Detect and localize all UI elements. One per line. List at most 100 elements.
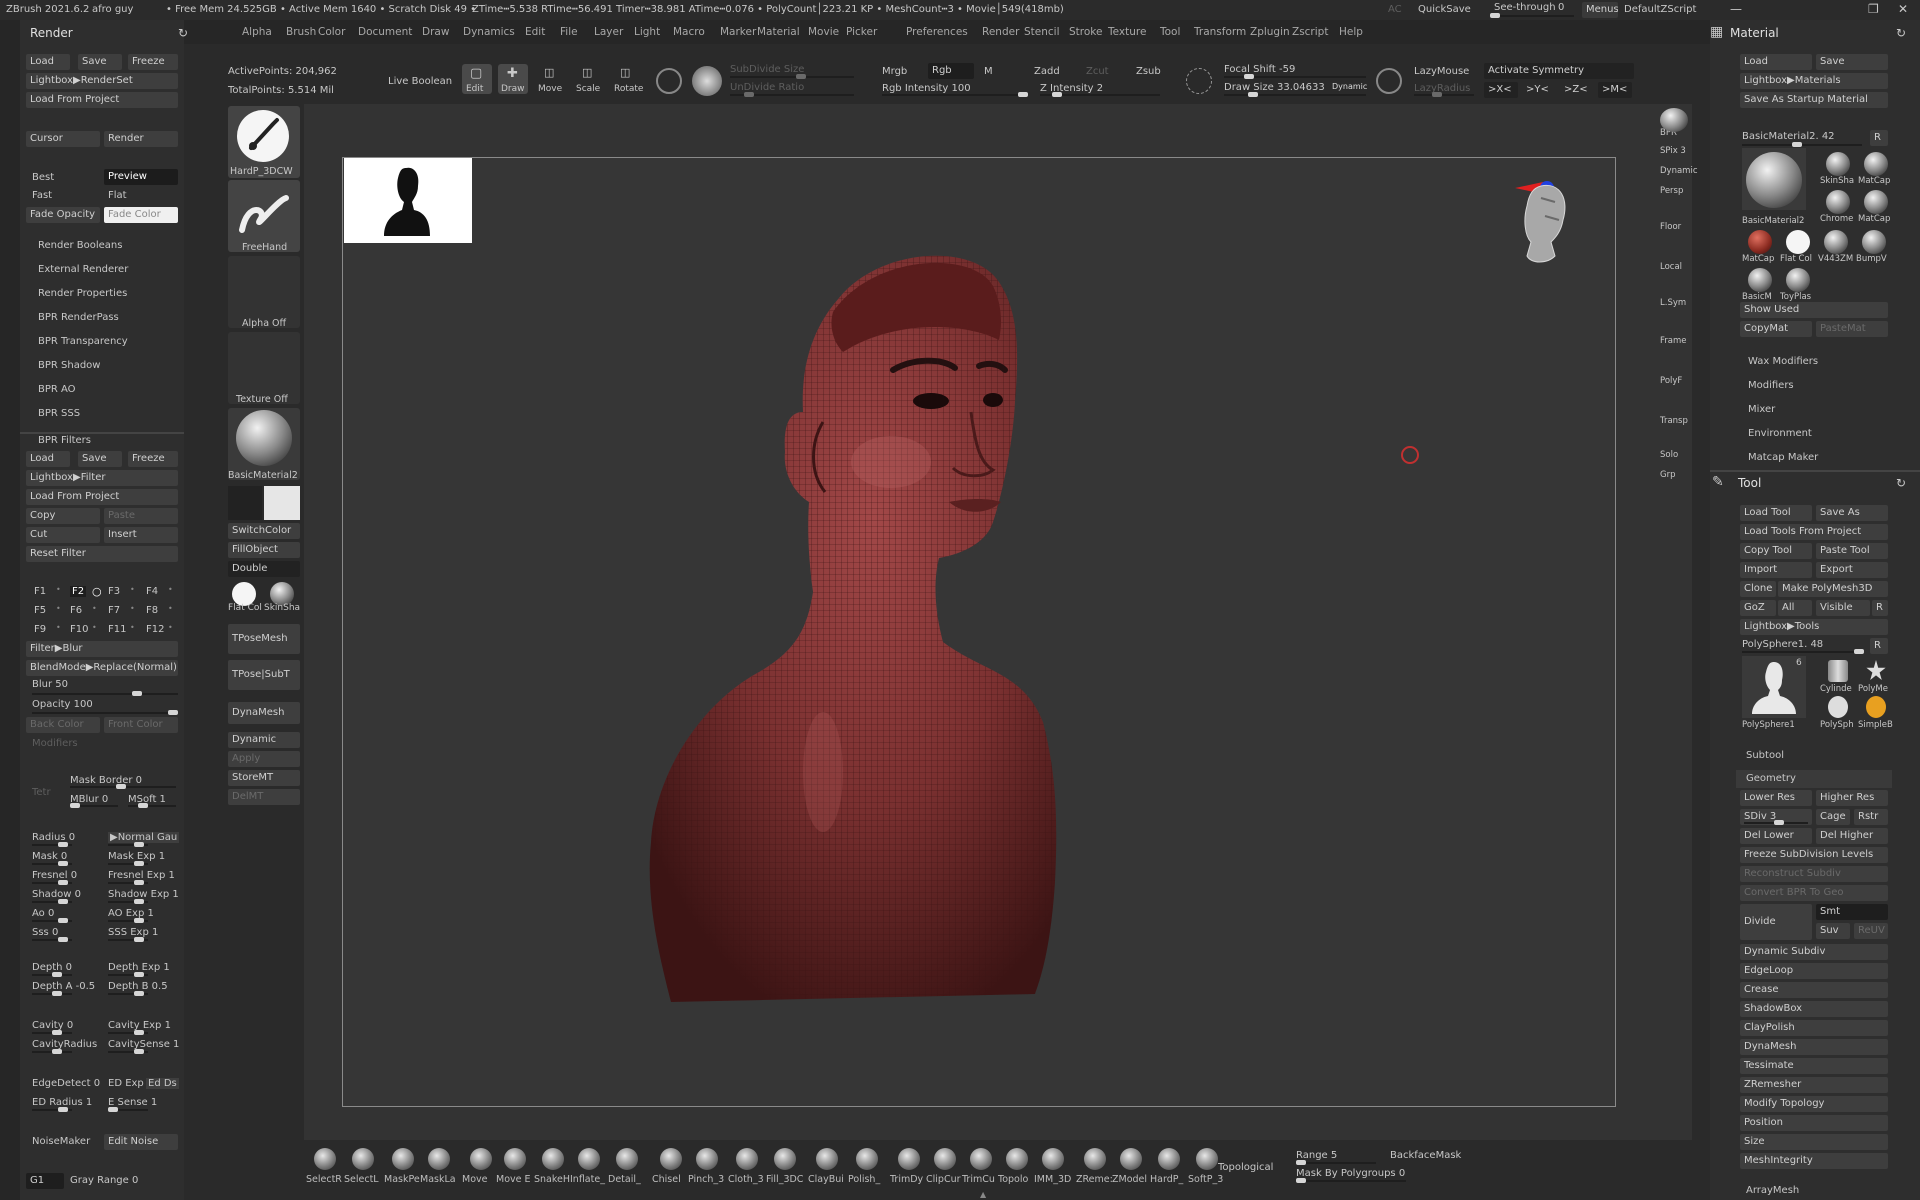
filter-param-0-left[interactable]: Radius 0 — [32, 832, 75, 843]
menu-preferences[interactable]: Preferences — [906, 26, 968, 38]
filter-param-track[interactable] — [108, 918, 148, 923]
convert-bpr-button[interactable]: Convert BPR To Geo — [1740, 885, 1888, 901]
import-button[interactable]: Import — [1740, 562, 1812, 578]
reset-filter-button[interactable]: Reset Filter — [26, 546, 178, 562]
brush-13-icon[interactable] — [816, 1148, 838, 1170]
brush-6-icon[interactable] — [542, 1148, 564, 1170]
material-subsection-2[interactable]: Mixer — [1748, 404, 1775, 415]
brush-0-icon[interactable] — [314, 1148, 336, 1170]
head-orientation-icon[interactable] — [1511, 180, 1581, 280]
default-zscript-button[interactable]: DefaultZScript — [1624, 4, 1696, 15]
z-intensity-slider[interactable]: Z Intensity 2 — [1040, 83, 1103, 94]
render-subsection-3[interactable]: BPR RenderPass — [38, 312, 119, 323]
bpr-filters-title[interactable]: BPR Filters — [38, 435, 91, 446]
filter-param-track[interactable] — [32, 918, 72, 923]
reset-icon[interactable]: ↻ — [178, 26, 188, 40]
brush-21-icon[interactable] — [1120, 1148, 1142, 1170]
lightbox-materials-button[interactable]: Lightbox▶Materials — [1740, 73, 1888, 89]
range-track[interactable] — [1296, 1160, 1376, 1165]
brush-18-icon[interactable] — [1006, 1148, 1028, 1170]
make-polymesh3d-button[interactable]: Make PolyMesh3D — [1778, 581, 1888, 597]
goz-r-button[interactable]: R — [1872, 600, 1888, 616]
mask-border-track[interactable] — [70, 784, 176, 789]
current-tool-slider[interactable]: PolySphere1. 48 — [1742, 639, 1823, 650]
del-higher-button[interactable]: Del Higher — [1816, 828, 1888, 844]
tool-thumb-icon[interactable] — [1866, 696, 1886, 718]
brush-7-icon[interactable] — [578, 1148, 600, 1170]
menu-draw[interactable]: Draw — [422, 26, 449, 38]
filter-depth-track[interactable] — [32, 972, 72, 977]
higher-res-button[interactable]: Higher Res — [1816, 790, 1888, 806]
focal-shift-icon[interactable] — [1186, 68, 1212, 94]
dynamic-button[interactable]: Dynamic — [228, 732, 300, 748]
brush-22-icon[interactable] — [1158, 1148, 1180, 1170]
material-thumb-icon[interactable] — [1826, 152, 1850, 176]
render-freeze-button[interactable]: Freeze — [128, 54, 178, 70]
menu-zplugin[interactable]: Zplugin — [1250, 26, 1290, 38]
geometry-item-10[interactable]: Size — [1740, 1134, 1888, 1150]
silhouette-navigator[interactable] — [344, 158, 472, 243]
rgb-intensity-slider[interactable]: Rgb Intensity 100 — [882, 83, 971, 94]
quicksave-button[interactable]: QuickSave — [1418, 4, 1471, 15]
filter-load-button[interactable]: Load — [26, 451, 70, 467]
gray-range-slider[interactable]: Gray Range 0 — [70, 1175, 138, 1186]
material-load-button[interactable]: Load — [1740, 54, 1812, 70]
filter-depth-track[interactable] — [108, 972, 148, 977]
lazyradius-slider[interactable]: LazyRadius — [1414, 83, 1470, 94]
edit-noise-button[interactable]: Edit Noise — [104, 1134, 178, 1150]
menus-toggle[interactable]: Menus — [1582, 2, 1618, 18]
edit-mode-button[interactable]: ▢ Edit — [462, 64, 492, 94]
material-subsection-0[interactable]: Wax Modifiers — [1748, 356, 1818, 367]
tool-r-button[interactable]: R — [1870, 638, 1888, 654]
current-material-preview[interactable] — [1742, 148, 1806, 210]
render-subsection-0[interactable]: Render Booleans — [38, 240, 122, 251]
filter-param-0-right[interactable]: ▶Normal Gau — [108, 832, 180, 843]
geometry-item-6[interactable]: Tessimate — [1740, 1058, 1888, 1074]
tposemesh-button[interactable]: TPoseMesh — [228, 624, 300, 654]
m-button[interactable]: M — [984, 66, 993, 77]
edge-detect-slider[interactable]: EdgeDetect 0 — [32, 1078, 100, 1089]
mask-by-polygroups-track[interactable] — [1296, 1178, 1406, 1183]
brush-3-icon[interactable] — [428, 1148, 450, 1170]
view-l-sym[interactable]: L.Sym — [1660, 298, 1686, 308]
material-thumb-icon[interactable] — [1748, 230, 1772, 254]
filter-param-5-right[interactable]: SSS Exp 1 — [108, 927, 158, 938]
filter-cavity_radius-left[interactable]: CavityRadius — [32, 1039, 97, 1050]
material-thumb-icon[interactable] — [1824, 230, 1848, 254]
filter-depth_a-left[interactable]: Depth A -0.5 — [32, 981, 95, 992]
front-color-swatch[interactable]: Front Color — [104, 717, 178, 733]
rstr-button[interactable]: Rstr — [1854, 809, 1888, 825]
brush-14-icon[interactable] — [856, 1148, 878, 1170]
material-subsection-3[interactable]: Environment — [1748, 428, 1812, 439]
render-load-from-project-button[interactable]: Load From Project — [26, 92, 178, 108]
filter-cut-button[interactable]: Cut — [26, 527, 100, 543]
filter-param-track[interactable] — [108, 880, 148, 885]
menu-material[interactable]: Material — [757, 26, 800, 38]
ed-exp-slider[interactable]: ED Exp — [108, 1078, 144, 1089]
material-palette-title[interactable]: Material — [1730, 26, 1779, 40]
restore-icon[interactable]: ❐ — [1868, 2, 1879, 16]
backfacemask-button[interactable]: BackfaceMask — [1390, 1150, 1461, 1161]
brush-10-icon[interactable] — [696, 1148, 718, 1170]
flat-render-mode[interactable]: Flat — [108, 190, 127, 201]
view-spix-3[interactable]: SPix 3 — [1660, 146, 1686, 156]
material-r-button[interactable]: R — [1870, 130, 1888, 146]
current-tool-preview[interactable]: 6 — [1742, 656, 1806, 718]
filter-load-from-project-button[interactable]: Load From Project — [26, 489, 178, 505]
filter-slot-f1[interactable]: F1 — [34, 586, 46, 597]
subtool-section[interactable]: Subtool — [1746, 750, 1784, 761]
filter-param-3-right[interactable]: Shadow Exp 1 — [108, 889, 179, 900]
g1-button[interactable]: G1 — [26, 1173, 64, 1189]
clone-button[interactable]: Clone — [1740, 581, 1776, 597]
dynamic-brush-icon[interactable] — [1376, 68, 1402, 94]
lightbox-tools-button[interactable]: Lightbox▶Tools — [1740, 619, 1888, 635]
geometry-item-1[interactable]: EdgeLoop — [1740, 963, 1888, 979]
filter-slot-f11[interactable]: F11 — [108, 624, 126, 635]
goz-visible-button[interactable]: Visible — [1816, 600, 1870, 616]
minimize-icon[interactable]: — — [1730, 2, 1742, 16]
view-polyf[interactable]: PolyF — [1660, 376, 1682, 386]
secondary-color-swatch[interactable] — [228, 486, 262, 520]
filter-param-track[interactable] — [32, 842, 72, 847]
menu-zscript[interactable]: Zscript — [1292, 26, 1328, 38]
pastemat-button[interactable]: PasteMat — [1816, 321, 1888, 337]
